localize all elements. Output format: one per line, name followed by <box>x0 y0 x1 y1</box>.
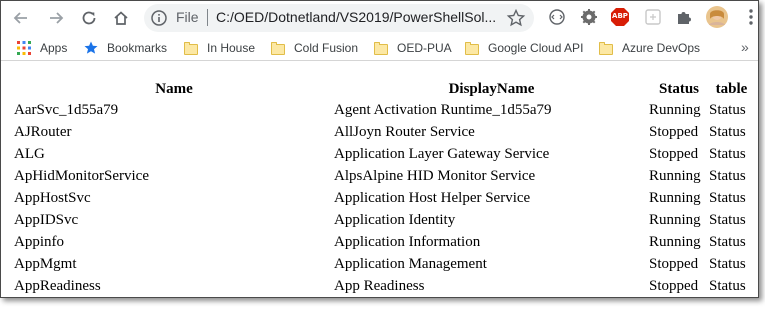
cell-status: Stopped <box>649 146 699 162</box>
address-bar[interactable]: File C:/OED/Dotnetland/VS2019/PowerShell… <box>144 4 534 32</box>
bookmark-bookmarks[interactable]: Bookmarks <box>84 40 167 56</box>
folder-icon <box>599 41 613 55</box>
bookmark-folder-azure-devops[interactable]: Azure DevOps <box>599 40 700 56</box>
bookmark-folder-oed-pua[interactable]: OED-PUA <box>374 40 452 56</box>
folder-icon <box>465 41 479 55</box>
back-icon[interactable] <box>9 6 33 30</box>
bookmark-label: In House <box>207 41 256 55</box>
cell-displayname: App Readiness <box>334 278 425 294</box>
browser-window: File C:/OED/Dotnetland/VS2019/PowerShell… <box>0 0 759 298</box>
cell-name: AJRouter <box>14 124 72 140</box>
cell-table: Status <box>709 146 746 162</box>
table-header-row: Name DisplayName Status table <box>11 79 754 99</box>
cell-displayname: Application Host Helper Service <box>334 190 531 206</box>
forward-icon[interactable] <box>44 6 68 30</box>
cell-table: Status <box>709 102 746 118</box>
cell-name: AppIDSvc <box>14 212 79 228</box>
cell-name: Appinfo <box>14 234 64 250</box>
cell-displayname: Application Management <box>334 256 487 272</box>
cell-status: Running <box>649 234 701 250</box>
url-separator <box>207 9 208 26</box>
cell-displayname: Application Identity <box>334 212 456 228</box>
cell-table: Status <box>709 168 746 184</box>
column-header-status: Status <box>658 81 699 97</box>
cell-displayname: AllJoyn Router Service <box>334 124 475 140</box>
reload-icon[interactable] <box>77 6 101 30</box>
more-vert-icon[interactable] <box>741 7 758 27</box>
adblock-icon[interactable]: ABP <box>610 7 630 27</box>
cell-displayname: Application Information <box>334 234 481 250</box>
star-icon <box>84 41 98 55</box>
cell-table: Status <box>709 124 746 140</box>
info-icon[interactable] <box>150 9 168 27</box>
folder-icon <box>374 41 388 55</box>
cell-table: Status <box>709 278 746 294</box>
cell-name: AarSvc_1d55a79 <box>14 102 119 118</box>
bookmark-label: Google Cloud API <box>488 41 584 55</box>
bookmark-folder-in-house[interactable]: In House <box>184 40 255 56</box>
puzzle-icon[interactable] <box>674 7 694 27</box>
services-table: Name DisplayName Status table AarSvc_1d5… <box>11 79 754 297</box>
bookmark-apps[interactable]: Apps <box>17 40 67 56</box>
page-content: Name DisplayName Status table AarSvc_1d5… <box>1 61 758 297</box>
cell-status: Running <box>649 212 701 228</box>
cell-status: Stopped <box>649 124 699 140</box>
table-row: AppReadiness App Readiness Stopped Statu… <box>11 275 754 297</box>
bookmark-folder-cold-fusion[interactable]: Cold Fusion <box>271 40 358 56</box>
bookmark-label: Apps <box>40 41 68 55</box>
cell-table: Status <box>709 256 746 272</box>
bookmark-star-icon[interactable] <box>506 8 526 28</box>
profile-avatar[interactable] <box>705 5 729 29</box>
cell-status: Running <box>649 190 701 206</box>
adblock-label: ABP <box>612 12 628 20</box>
column-header-table: table <box>715 81 748 97</box>
cell-status: Stopped <box>649 256 699 272</box>
table-row: AJRouter AllJoyn Router Service Stopped … <box>11 121 754 143</box>
bookmarks-bar: Apps Bookmarks In House Cold Fusion OED-… <box>1 35 758 61</box>
table-row: Appinfo Application Information Running … <box>11 231 754 253</box>
folder-icon <box>184 41 198 55</box>
gear-extension-icon[interactable] <box>579 7 599 27</box>
cell-status: Running <box>649 102 701 118</box>
cell-displayname: Agent Activation Runtime_1d55a79 <box>334 102 552 118</box>
table-row: AppIDSvc Application Identity Running St… <box>11 209 754 231</box>
url-scheme-label: File <box>176 9 199 25</box>
table-row: AppHostSvc Application Host Helper Servi… <box>11 187 754 209</box>
bookmark-folder-google-cloud-api[interactable]: Google Cloud API <box>465 40 583 56</box>
bookmark-label: OED-PUA <box>397 41 452 55</box>
home-icon[interactable] <box>109 6 133 30</box>
bookmark-label: Cold Fusion <box>294 41 359 55</box>
cell-table: Status <box>709 234 746 250</box>
bookmarks-overflow-button[interactable]: » <box>741 39 749 55</box>
cell-displayname: AlpsAlpine HID Monitor Service <box>334 168 536 184</box>
bookmark-label: Bookmarks <box>107 41 168 55</box>
table-row: AppMgmt Application Management Stopped S… <box>11 253 754 275</box>
cell-status: Running <box>649 168 701 184</box>
cell-name: AppReadiness <box>14 278 101 294</box>
cell-status: Stopped <box>649 278 699 294</box>
table-row: AarSvc_1d55a79 Agent Activation Runtime_… <box>11 99 754 121</box>
column-header-name: Name <box>155 81 193 97</box>
cell-name: ApHidMonitorService <box>14 168 149 184</box>
extension-circle-icon[interactable] <box>547 7 567 27</box>
apps-grid-icon <box>17 41 31 55</box>
column-header-displayname: DisplayName <box>448 81 535 97</box>
cell-name: ALG <box>14 146 45 162</box>
cell-name: AppMgmt <box>14 256 77 272</box>
cell-table: Status <box>709 212 746 228</box>
cell-displayname: Application Layer Gateway Service <box>334 146 550 162</box>
table-row: ALG Application Layer Gateway Service St… <box>11 143 754 165</box>
cell-name: AppHostSvc <box>14 190 91 206</box>
extension-square-icon[interactable] <box>643 7 663 27</box>
folder-icon <box>271 41 285 55</box>
table-row: ApHidMonitorService AlpsAlpine HID Monit… <box>11 165 754 187</box>
cell-table: Status <box>709 190 746 206</box>
bookmark-label: Azure DevOps <box>622 41 701 55</box>
url-text[interactable]: C:/OED/Dotnetland/VS2019/PowerShellSol..… <box>216 9 496 25</box>
browser-toolbar: File C:/OED/Dotnetland/VS2019/PowerShell… <box>1 1 758 35</box>
